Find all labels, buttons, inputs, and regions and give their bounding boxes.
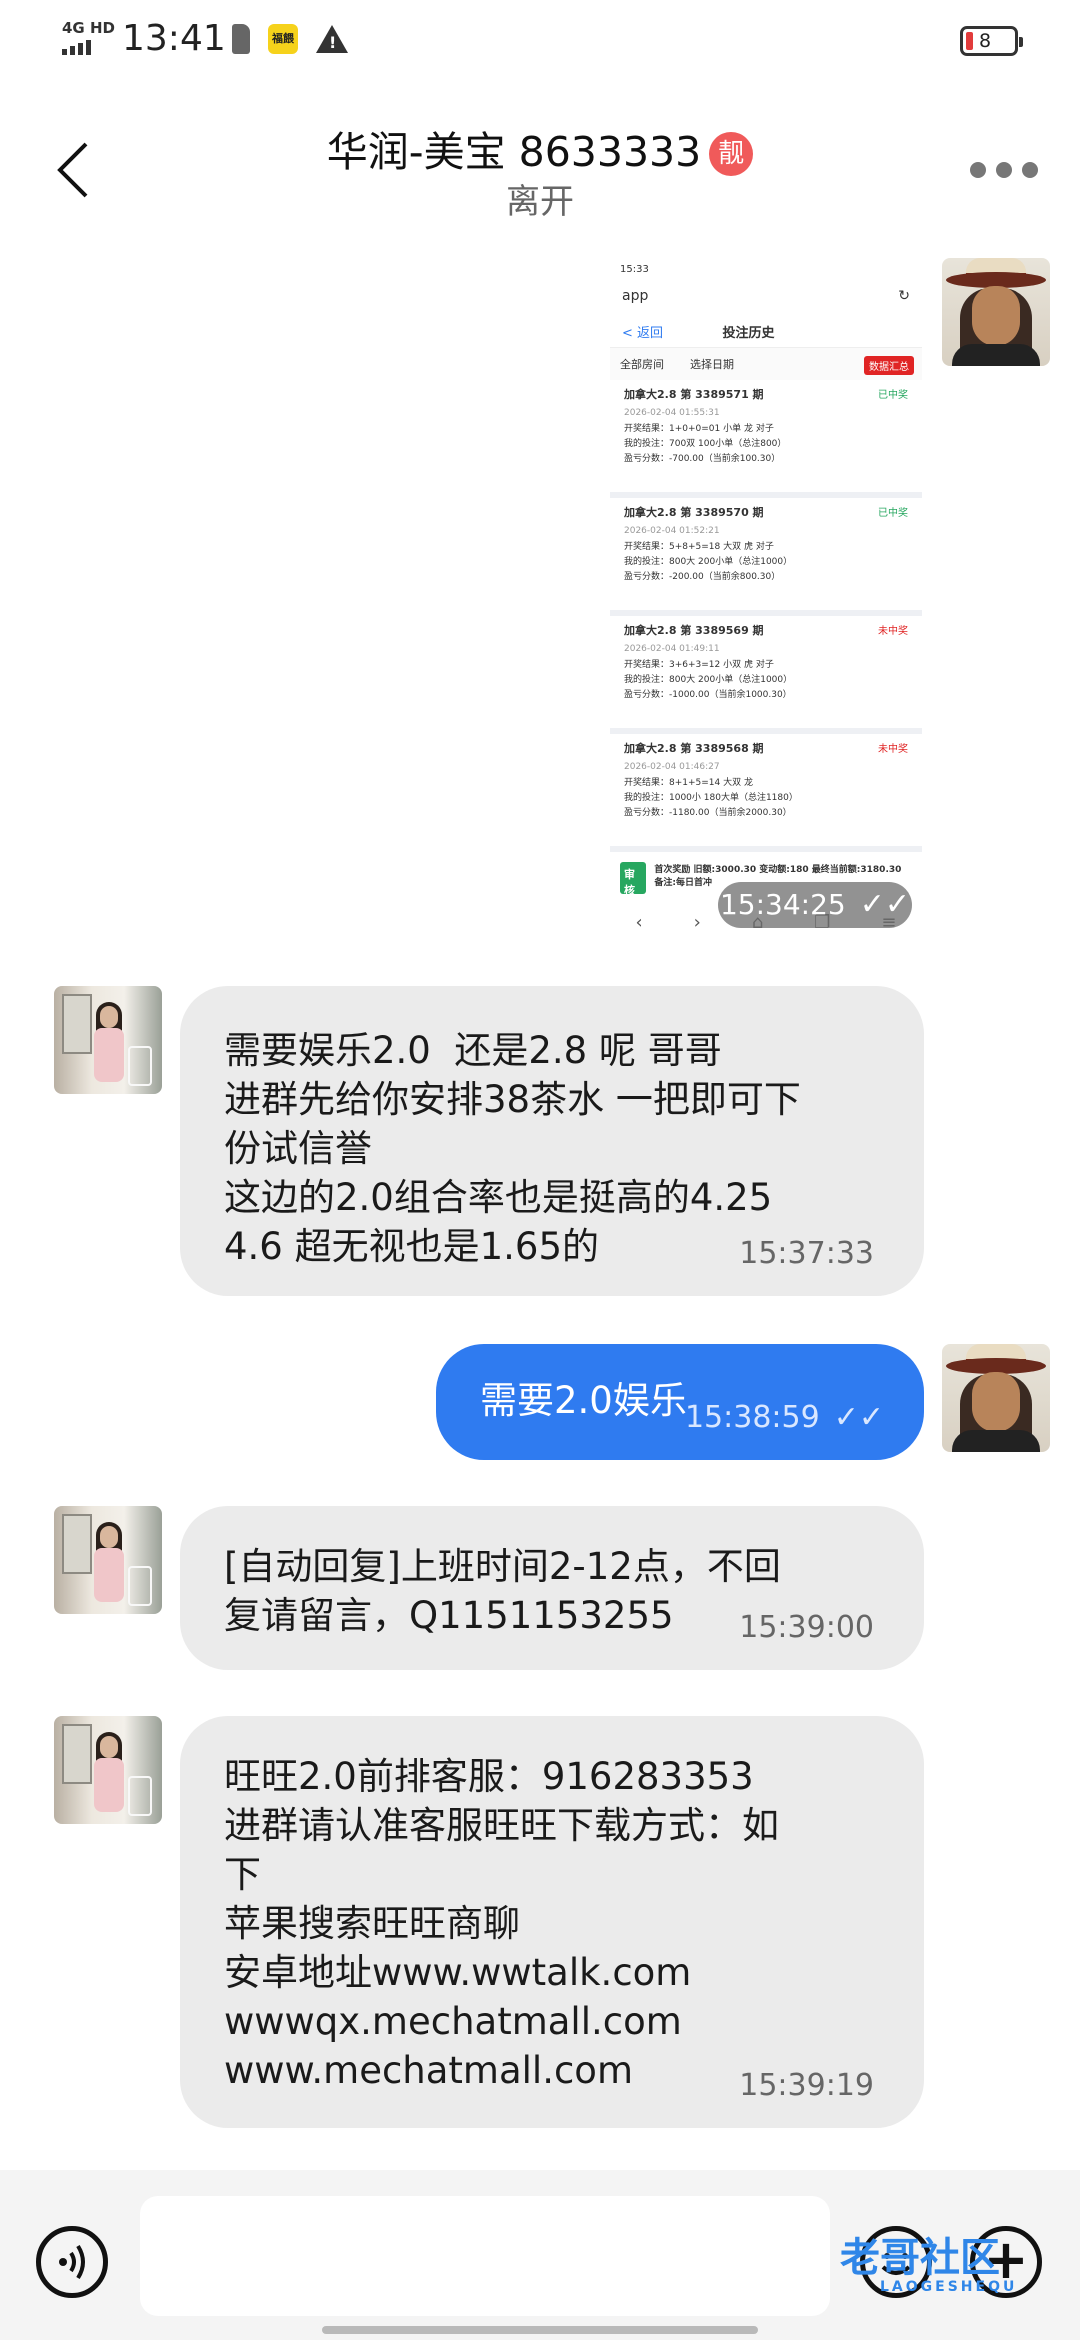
bet-status: 未中奖 <box>878 744 908 755</box>
shared-image-title: 投注历史 <box>722 326 775 341</box>
chat-title: 华润-美宝 8633333 靓 <box>0 118 1080 178</box>
bet-title: 加拿大2.8 第 3389571 期 <box>624 388 764 401</box>
refresh-icon: ↻ <box>898 288 910 304</box>
message-text: 苹果搜索旺旺商聊 <box>224 1902 520 1945</box>
bet-amount: 我的投注：800大 200小单（总注1000） <box>624 557 793 567</box>
bet-status: 未中奖 <box>878 626 908 637</box>
bet-profit: 盈亏分数：-700.00（当前余100.30） <box>624 454 781 464</box>
shared-image-app-label: app <box>622 288 649 304</box>
message-bubble-incoming[interactable]: [自动回复]上班时间2-12点，不回 复请留言，Q1151153255 15:3… <box>180 1506 924 1670</box>
voice-icon <box>59 2244 85 2280</box>
bet-date: 2026-02-04 01:52:21 <box>624 526 720 536</box>
message-time: 15:37:33 <box>739 1236 874 1271</box>
app-notification-icon: 福餵 <box>268 24 298 54</box>
right-arrow-icon: › <box>693 911 701 933</box>
bet-result: 开奖结果：5+8+5=18 大双 虎 对子 <box>624 542 774 552</box>
message-text: 这边的2.0组合率也是挺高的4.25 <box>224 1176 773 1219</box>
my-avatar[interactable] <box>942 1344 1050 1452</box>
bet-card: 加拿大2.8 第 3389571 期 已中奖 2026-02-04 01:55:… <box>610 380 922 498</box>
shared-image-app-bar: app ↻ <box>610 280 922 314</box>
bet-result: 开奖结果：8+1+5=14 大双 龙 <box>624 778 753 788</box>
bet-amount: 我的投注：800大 200小单（总注1000） <box>624 675 793 685</box>
bet-card: 加拿大2.8 第 3389570 期 已中奖 2026-02-04 01:52:… <box>610 498 922 616</box>
message-time: 15:39:00 <box>739 1610 874 1645</box>
contact-avatar[interactable] <box>54 1506 162 1614</box>
summary-button: 数据汇总 <box>864 356 914 375</box>
network-label: 4G HD <box>62 19 115 37</box>
bet-title: 加拿大2.8 第 3389569 期 <box>624 624 764 637</box>
filter-room: 全部房间 <box>620 358 664 371</box>
shared-image-nav: < 返回 投注历史 <box>610 314 922 348</box>
bet-result: 开奖结果：3+6+3=12 小双 虎 对子 <box>624 660 774 670</box>
status-bar: 4G HD 13:41 福餵 ! 8 <box>0 0 1080 80</box>
bet-result: 开奖结果：1+0+0=01 小单 龙 对子 <box>624 424 774 434</box>
bet-date: 2026-02-04 01:55:31 <box>624 408 720 418</box>
battery-icon: 8 <box>960 26 1023 56</box>
battery-level <box>966 32 973 50</box>
message-text: 旺旺2.0前排客服：916283353 <box>224 1755 754 1798</box>
message-text: [自动回复]上班时间2-12点，不回 <box>224 1545 781 1588</box>
shared-image-back: < 返回 <box>622 326 664 341</box>
notification-icons: 福餵 ! <box>232 24 348 54</box>
bet-amount: 我的投注：1000小 180大单（总注1180） <box>624 793 798 803</box>
home-indicator[interactable] <box>322 2326 758 2334</box>
bet-profit: 盈亏分数：-1000.00（当前余1000.30） <box>624 690 792 700</box>
bet-date: 2026-02-04 01:46:27 <box>624 762 720 772</box>
bet-title: 加拿大2.8 第 3389570 期 <box>624 506 764 519</box>
more-options-button[interactable] <box>970 162 1038 178</box>
vip-badge: 靓 <box>709 132 754 176</box>
sd-card-icon <box>232 24 250 54</box>
bet-status: 已中奖 <box>878 508 908 519</box>
message-text: 下 <box>224 1853 261 1896</box>
message-time: 15:38:59 ✓✓ <box>685 1393 884 1442</box>
message-text: 份试信誉 <box>224 1127 372 1170</box>
message-bubble-outgoing[interactable]: 需要2.0娱乐 15:38:59 ✓✓ <box>436 1344 924 1460</box>
contact-status: 离开 <box>506 182 574 222</box>
warning-icon: ! <box>316 25 348 53</box>
contact-avatar[interactable] <box>54 1716 162 1824</box>
message-text: 进群先给你安排38茶水 一把即可下 <box>224 1078 801 1121</box>
image-timestamp: 15:34:25 ✓✓ <box>718 882 912 928</box>
contact-avatar[interactable] <box>54 986 162 1094</box>
network-indicator: 4G HD <box>62 20 115 55</box>
message-time: 15:39:19 <box>739 2068 874 2103</box>
contact-name: 华润-美宝 8633333 <box>326 128 702 176</box>
message-text: 安卓地址www.wwtalk.com <box>224 1951 692 1994</box>
bet-card: 加拿大2.8 第 3389568 期 未中奖 2026-02-04 01:46:… <box>610 734 922 852</box>
watermark-text: 老哥社区 <box>840 2235 1000 2281</box>
bet-card: 加拿大2.8 第 3389569 期 未中奖 2026-02-04 01:49:… <box>610 616 922 734</box>
shared-image-filter: 全部房间 选择日期 数据汇总 <box>610 348 922 380</box>
bet-profit: 盈亏分数：-1180.00（当前余2000.30） <box>624 808 792 818</box>
shared-image-status: 15:33 <box>620 264 649 275</box>
message-text: 进群请认准客服旺旺下载方式：如 <box>224 1804 779 1847</box>
message-bubble-incoming[interactable]: 需要娱乐2.0 还是2.8 呢 哥哥 进群先给你安排38茶水 一把即可下 份试信… <box>180 986 924 1296</box>
message-text: wwwqx.mechatmall.com <box>224 2000 682 2043</box>
message-bubble-incoming[interactable]: 旺旺2.0前排客服：916283353 进群请认准客服旺旺下载方式：如 下 苹果… <box>180 1716 924 2128</box>
watermark-logo: 老哥社区 LAOGESHEQU <box>840 2238 1070 2316</box>
bet-profit: 盈亏分数：-200.00（当前余800.30） <box>624 572 781 582</box>
status-time: 13:41 <box>122 18 226 59</box>
bet-title: 加拿大2.8 第 3389568 期 <box>624 742 764 755</box>
bet-date: 2026-02-04 01:49:11 <box>624 644 720 654</box>
bet-amount: 我的投注：700双 100小单（总注800） <box>624 439 787 449</box>
review-badge: 审核 <box>620 862 647 897</box>
signal-icon <box>62 40 115 55</box>
voice-input-button[interactable] <box>36 2226 108 2298</box>
read-check-icon: ✓✓ <box>859 887 911 922</box>
shared-image-message[interactable]: 15:33 app ↻ < 返回 投注历史 全部房间 选择日期 数据汇总 加拿大… <box>610 258 922 940</box>
battery-percent: 8 <box>979 30 992 52</box>
message-text: 需要娱乐2.0 还是2.8 呢 哥哥 <box>224 1029 722 1072</box>
message-input[interactable] <box>140 2196 830 2316</box>
bet-status: 已中奖 <box>878 390 908 401</box>
left-arrow-icon: ‹ <box>635 911 643 933</box>
filter-date: 选择日期 <box>690 358 734 371</box>
read-check-icon: ✓✓ <box>833 1400 884 1435</box>
chat-header: 华润-美宝 8633333 靓 离开 <box>0 100 1080 230</box>
my-avatar[interactable] <box>942 258 1050 366</box>
